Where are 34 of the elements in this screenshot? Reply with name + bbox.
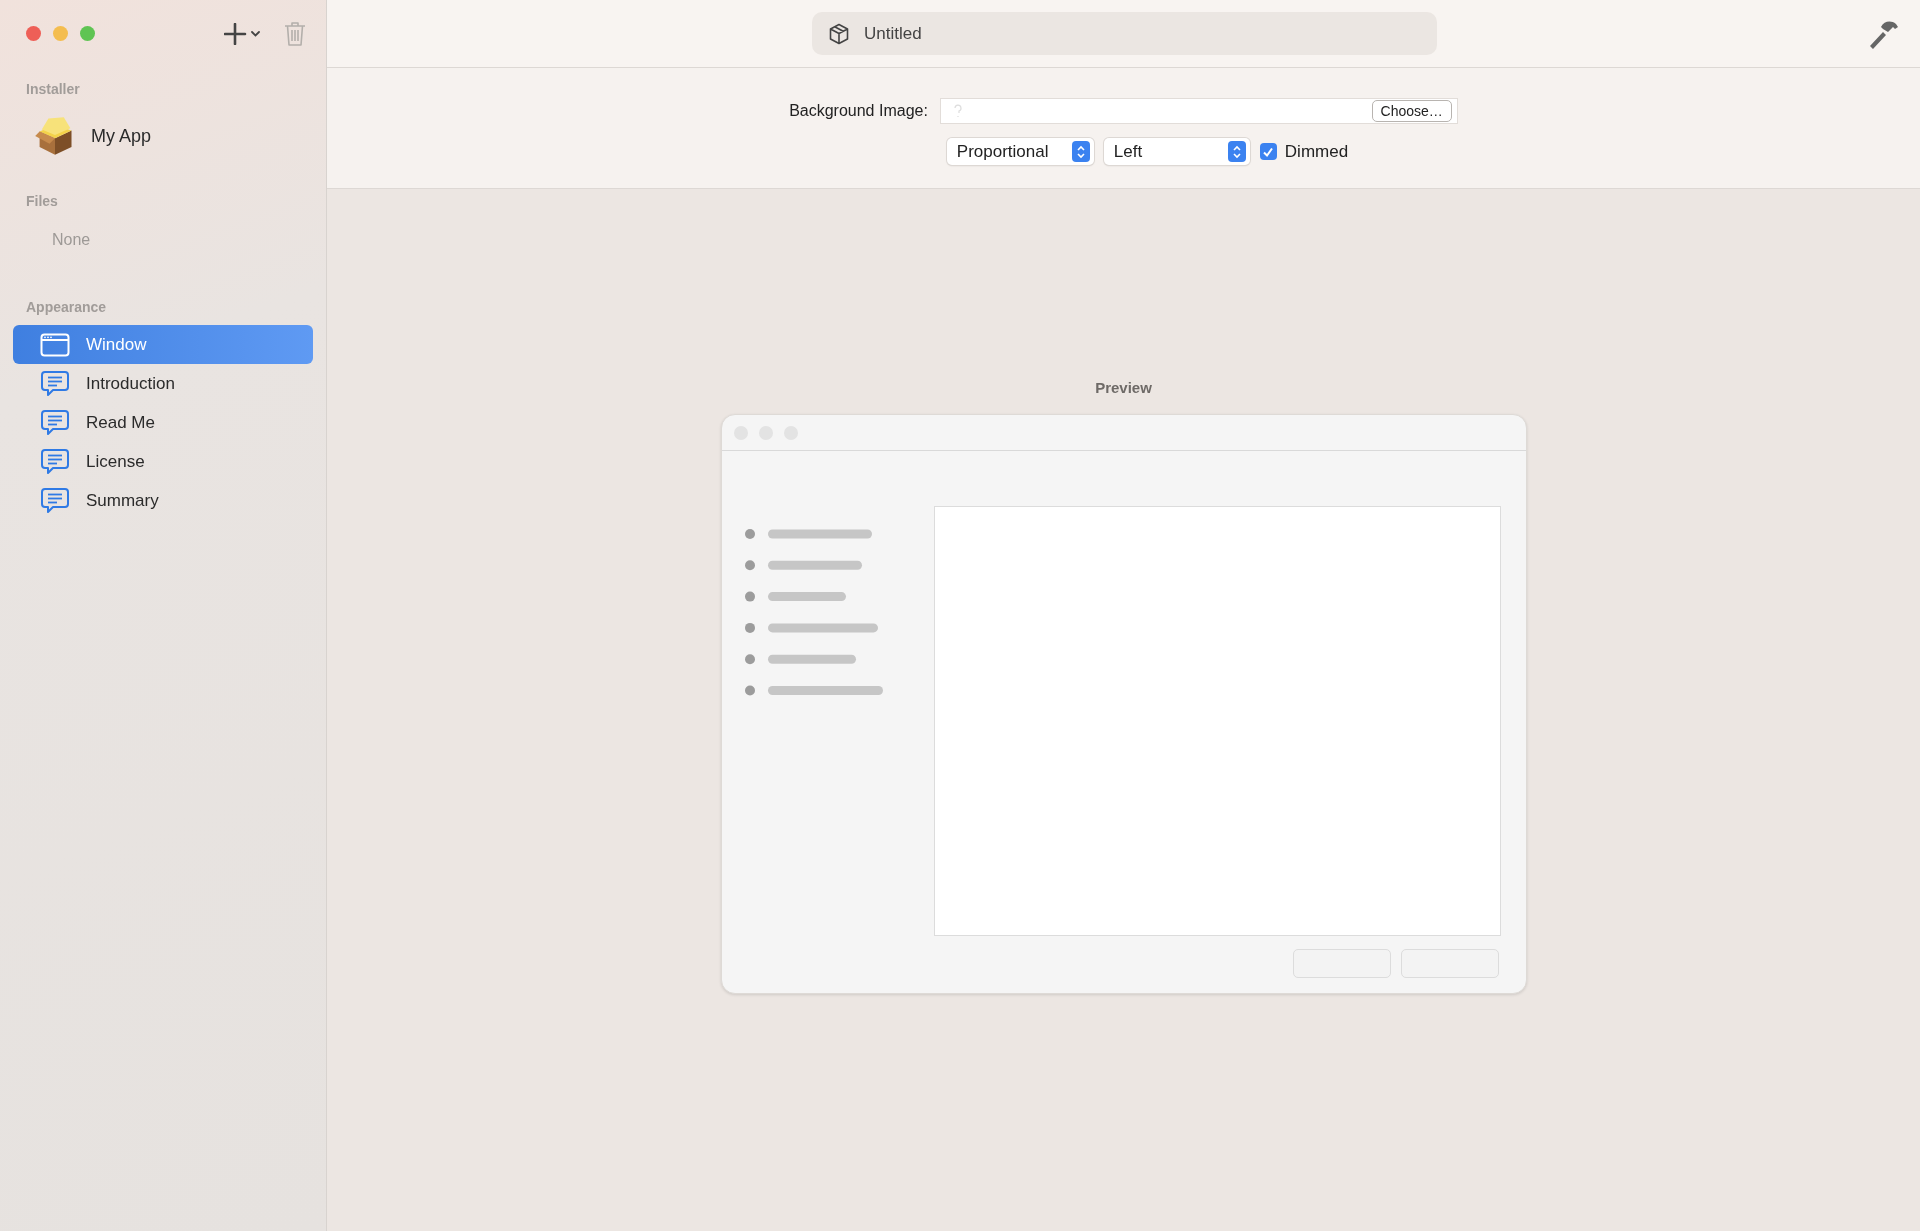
cube-icon [828, 22, 850, 45]
speech-bubble-icon [41, 486, 69, 515]
stepper-icon [1075, 144, 1086, 159]
field-label: Background Image: [789, 102, 928, 120]
checkmark-icon [1262, 145, 1275, 158]
speech-bubble-icon [41, 447, 69, 476]
sidebar-item[interactable]: License [13, 442, 313, 481]
close-button[interactable] [26, 26, 41, 41]
scaling-dropdown[interactable]: Proportional [946, 138, 1094, 165]
checkbox[interactable] [1259, 143, 1277, 160]
section-heading: Installer [25, 80, 81, 99]
trash-icon[interactable] [284, 20, 306, 47]
section-heading: Files [25, 192, 59, 211]
image-path-field[interactable]: Choose… [939, 98, 1458, 124]
speech-bubble-icon [41, 369, 69, 398]
sidebar-item[interactable]: Summary [13, 481, 313, 520]
sidebar-item[interactable]: My App [13, 107, 313, 165]
window-icon [40, 332, 70, 357]
zoom-button[interactable] [80, 26, 95, 41]
sidebar-item[interactable]: Introduction [13, 364, 313, 403]
choose-button[interactable]: Choose… [1371, 100, 1452, 122]
sidebar-item[interactable]: Window [13, 325, 313, 364]
sidebar-item[interactable]: Read Me [13, 403, 313, 442]
alignment-dropdown[interactable]: Left [1103, 138, 1250, 165]
add-button[interactable] [224, 22, 262, 45]
section-heading: Appearance [25, 298, 108, 317]
preview-title: Preview [1095, 379, 1152, 396]
empty-label: None [52, 231, 91, 248]
question-mark-icon [952, 103, 963, 119]
minimize-button[interactable] [53, 26, 68, 41]
checkbox-label: Dimmed [1284, 141, 1349, 162]
speech-bubble-icon [41, 408, 69, 437]
stepper-icon [1231, 144, 1242, 159]
document-title-field[interactable]: Untitled [812, 12, 1437, 55]
